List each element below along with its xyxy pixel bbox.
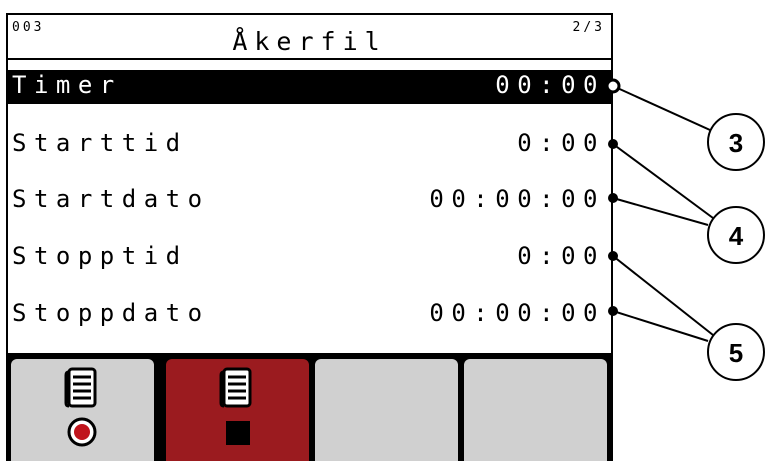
callout-leader-3 [612, 85, 711, 131]
file-stop-icon [219, 367, 252, 445]
callout-circle-4 [707, 206, 765, 264]
start-recording-softkey[interactable] [11, 359, 154, 461]
row-value: 00:00:00 [429, 299, 605, 327]
callout-leader-4b [612, 197, 709, 226]
page-indicator: 2/3 [572, 20, 605, 35]
callout-leader-4a [612, 143, 714, 219]
row-label: Starttid [12, 129, 188, 157]
softkey-bar [8, 353, 611, 461]
row-stopptid[interactable]: Stopptid 0:00 [8, 241, 611, 275]
screen-header: 003 Åkerfil 2/3 [8, 15, 611, 60]
terminal-screen: 003 Åkerfil 2/3 Timer 00:00 Starttid 0:0… [6, 13, 613, 461]
row-starttid[interactable]: Starttid 0:00 [8, 128, 611, 162]
callout-circle-3 [707, 113, 765, 171]
row-label: Timer [12, 71, 122, 99]
row-startdato[interactable]: Startdato 00:00:00 [8, 184, 611, 218]
callout-circle-5 [707, 323, 765, 381]
row-label: Stopptid [12, 242, 188, 270]
row-stoppdato[interactable]: Stoppdato 00:00:00 [8, 298, 611, 332]
callout-leader-5b [612, 310, 709, 342]
file-record-icon [64, 367, 97, 447]
page-title: Åkerfil [232, 27, 387, 56]
row-label: Startdato [12, 185, 210, 213]
row-timer[interactable]: Timer 00:00 [8, 70, 611, 104]
row-label: Stoppdato [12, 299, 210, 327]
row-value: 0:00 [517, 242, 605, 270]
empty-softkey-3[interactable] [315, 359, 458, 461]
callout-number-4: 4 [729, 221, 744, 251]
stop-recording-softkey[interactable] [166, 359, 309, 461]
empty-softkey-4[interactable] [464, 359, 607, 461]
callout-number-3: 3 [729, 128, 743, 158]
row-value: 00:00:00 [429, 185, 605, 213]
callout-leader-5a [612, 255, 714, 336]
callout-number-5: 5 [729, 338, 743, 368]
row-value: 0:00 [517, 129, 605, 157]
row-value: 00:00 [495, 71, 605, 99]
